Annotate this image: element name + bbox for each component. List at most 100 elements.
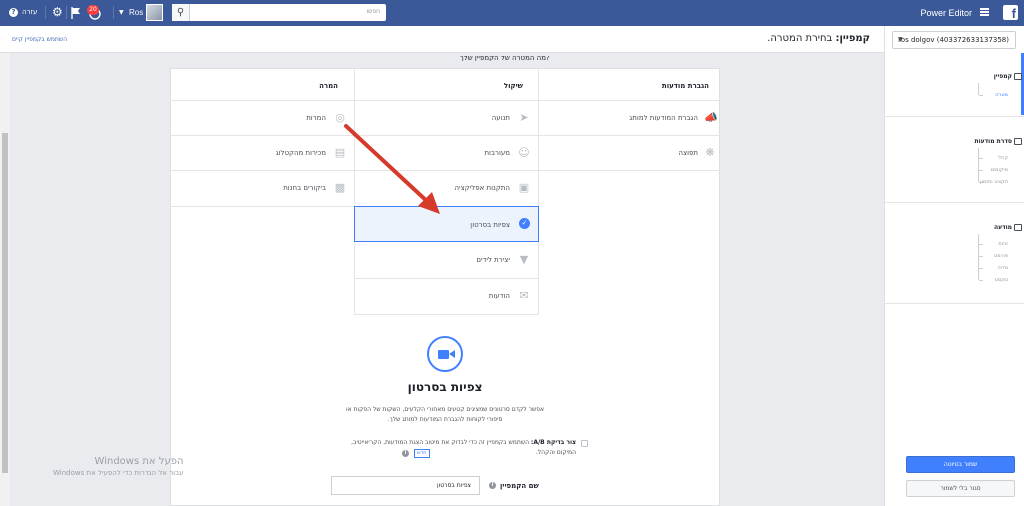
box-icon: ▣ [518, 181, 530, 194]
watermark-line: עבור אל הגדרות כדי להפעיל את Windows [53, 469, 184, 477]
objective-label: התקנות אפליקציה [454, 184, 510, 192]
tree-line [979, 280, 983, 281]
video-camera-icon [427, 336, 463, 372]
tree-line [978, 234, 979, 280]
search-icon[interactable]: ⚲ [172, 4, 190, 21]
close-without-saving-button[interactable]: סגור בלי לשמור [906, 480, 1015, 497]
sidebar-item-placements[interactable]: מיקומים [991, 167, 1008, 173]
sidebar-item-audience[interactable]: קהל [998, 155, 1008, 161]
campaign-name-input[interactable]: צפיות בסרטון [331, 476, 480, 495]
tree-line [979, 256, 983, 257]
chevron-down-icon: ▼ [898, 36, 903, 43]
chat-icon: ✉ [519, 289, 529, 302]
help-icon[interactable]: ? [9, 8, 18, 17]
sidebar-heading: מודעה [994, 224, 1022, 231]
objective-label: תפוצה [678, 149, 698, 157]
column-header-conversion: המרה [319, 82, 338, 90]
section-question: מה המטרה של הקמפיין שלך? [460, 56, 550, 61]
objective-label: הודעות [488, 292, 510, 300]
objective-brand-awareness[interactable]: 📣 הגברת המודעות למותג [539, 101, 720, 136]
info-icon[interactable]: i [489, 482, 496, 489]
account-name: ros dolgov (403372633137358) [898, 36, 1009, 44]
campaign-name-label: שם הקמפיין [500, 482, 539, 490]
objective-label: מעורבות [484, 149, 510, 157]
app-title[interactable]: Power Editor [920, 8, 972, 18]
gear-icon[interactable]: ⚙ [52, 6, 64, 18]
sidebar-section-campaign[interactable]: קמפיין מטרה [885, 53, 1024, 117]
ad-icon [1014, 224, 1022, 231]
top-bar: f Power Editor ⚲ חפשו Ros ▼ 20 ⚙ ? עזרה [0, 0, 1024, 26]
sidebar: ros dolgov (403372633137358) ▼ קמפיין מט… [884, 26, 1024, 506]
objective-label: יצירת לידים [476, 256, 510, 264]
grid-icon [1014, 138, 1022, 145]
page-header: קמפיין: בחירת המטרה. השתמש בקמפיין קיים [0, 26, 884, 53]
sidebar-heading: סדרת מודעות [975, 138, 1022, 145]
objective-label: צפיות בסרטון [470, 221, 510, 229]
sidebar-section-ad[interactable]: מודעה זהות פורמט מדיה טקסט [885, 204, 1024, 304]
divider [45, 6, 46, 19]
tree-line [978, 83, 979, 95]
selected-objective-description: אפשר לקדם סרטונים שמציגים קטעים מאחורי ה… [346, 406, 544, 423]
ab-test-label: צור בדיקת A/B: השתמש בקמפיין זה כדי לבדו… [351, 439, 576, 456]
objective-conversions[interactable]: ◎ המרות [171, 101, 354, 136]
column-header-consideration: שיקול [503, 82, 523, 90]
user-name[interactable]: Ros [129, 8, 143, 17]
tree-line [979, 244, 983, 245]
funnel-icon: ▼ [519, 253, 529, 266]
objective-label: הגברת המודעות למותג [629, 114, 698, 122]
column-header-awareness: הגברת מודעות [661, 82, 709, 90]
sidebar-section-adset[interactable]: סדרת מודעות קהל מיקומים תקציב ותזמון [885, 118, 1024, 203]
reach-icon: ❋ [705, 146, 715, 159]
objective-label: תנועה [491, 114, 510, 122]
objective-reach[interactable]: ❋ תפוצה [539, 136, 720, 171]
check-icon: ✓ [519, 218, 530, 229]
selected-objective-title: צפיות בסרטון [407, 380, 483, 394]
tree-line [979, 170, 983, 171]
tree-line [979, 268, 983, 269]
objective-lead-generation[interactable]: ▼ יצירת לידים [355, 243, 538, 278]
page-title: קמפיין: בחירת המטרה. [767, 33, 870, 44]
save-draft-button[interactable]: שמור בטיוטה [906, 456, 1015, 473]
ab-test-checkbox[interactable] [581, 440, 588, 447]
sidebar-item-identity[interactable]: זהות [998, 241, 1008, 247]
objective-label: ביקורים בחנות [283, 184, 326, 192]
chevron-down-icon[interactable]: ▼ [119, 9, 124, 16]
avatar[interactable] [146, 4, 163, 21]
objective-catalog-sales[interactable]: ▤ מכירות מהקטלוג [171, 136, 354, 171]
tree-line [979, 95, 983, 96]
cursor-icon: ➤ [519, 111, 529, 124]
scrollbar-thumb[interactable] [2, 133, 8, 473]
sidebar-item-media[interactable]: מדיה [997, 265, 1008, 271]
notification-badge: 20 [87, 5, 99, 15]
notifications-icon[interactable]: 20 [87, 5, 101, 20]
objective-label: מכירות מהקטלוג [275, 149, 326, 157]
flag-icon[interactable] [71, 7, 81, 19]
objective-store-visits[interactable]: ▩ ביקורים בחנות [171, 171, 354, 206]
divider [354, 314, 539, 315]
objective-label: המרות [306, 114, 326, 122]
search-box[interactable]: ⚲ חפשו [172, 4, 386, 21]
sidebar-item-budget[interactable]: תקציב ותזמון [980, 179, 1008, 185]
folder-icon [1014, 73, 1022, 80]
menu-icon[interactable] [980, 8, 989, 16]
sidebar-item-objective[interactable]: מטרה [995, 92, 1008, 98]
watermark-line: הפעל את Windows [94, 456, 184, 467]
sidebar-item-format[interactable]: פורמט [994, 253, 1008, 259]
divider [66, 6, 67, 19]
annotation-arrow-icon [344, 124, 440, 214]
tree-line [978, 148, 979, 182]
info-icon[interactable]: i [402, 450, 409, 457]
people-icon: ☺ [518, 146, 530, 159]
search-input[interactable]: חפשו [366, 8, 380, 15]
objective-messages[interactable]: ✉ הודעות [355, 279, 538, 314]
scrollbar[interactable] [0, 53, 10, 506]
use-existing-campaign-link[interactable]: השתמש בקמפיין קיים [12, 36, 67, 43]
windows-activation-watermark: הפעל את Windows עבור אל הגדרות כדי להפעי… [53, 456, 184, 477]
account-select[interactable]: ros dolgov (403372633137358) ▼ [892, 31, 1016, 49]
sidebar-item-text[interactable]: טקסט [995, 277, 1008, 283]
megaphone-icon: 📣 [704, 111, 718, 124]
help-link[interactable]: עזרה [22, 8, 37, 16]
facebook-logo-icon[interactable]: f [1003, 5, 1018, 20]
sidebar-heading: קמפיין [994, 73, 1022, 80]
divider [113, 6, 114, 19]
